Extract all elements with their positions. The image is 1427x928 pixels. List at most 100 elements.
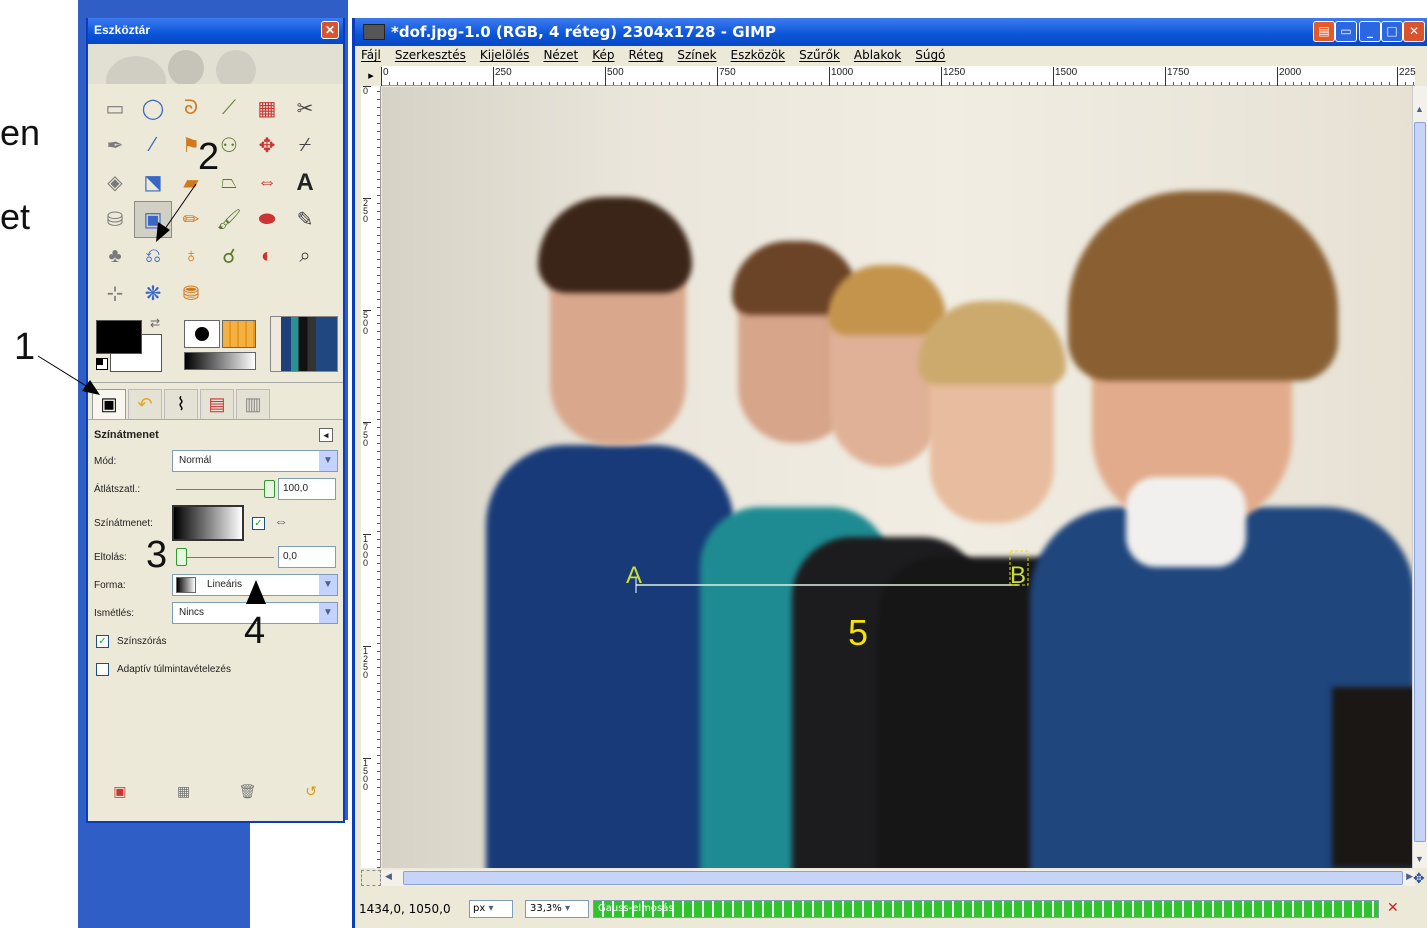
panel-menu-icon[interactable]: ◂ [319,428,333,442]
eraser-icon[interactable]: ⬬ [248,201,286,238]
zoom-icon[interactable]: ⌕ [286,238,324,275]
minimize-icon[interactable]: _ [1359,21,1381,42]
offset-slider-track[interactable] [176,557,274,558]
ink-icon[interactable]: ♣ [96,238,134,275]
close-icon[interactable]: ✕ [1403,21,1425,42]
gradient-swatch[interactable] [172,505,244,541]
quick-mask-icon[interactable] [361,870,381,886]
horizontal-scroll-thumb[interactable] [403,871,1403,885]
unit-select[interactable]: px ▾ [469,900,513,918]
clone-icon[interactable]: ⎌ [134,238,172,275]
menu-item-9[interactable]: Ablakok [854,48,901,66]
scissors-icon[interactable]: ✂ [286,90,324,127]
move-icon[interactable]: ✥ [248,127,286,164]
offset-slider-knob[interactable] [176,548,187,566]
document-fragment-1: en [0,112,41,153]
toolbox-titlebar[interactable]: Eszköztár ✕ [88,18,343,44]
menu-item-0[interactable]: Fájl [361,48,381,66]
select-by-color-icon[interactable]: ▦ [248,90,286,127]
paintbrush-icon[interactable]: 🖌 [210,201,248,238]
chevron-down-icon: ▼ [319,575,337,595]
cancel-icon[interactable]: ✕ [1387,900,1405,918]
pencil-icon[interactable]: ✏ [172,201,210,238]
brush-preview[interactable] [184,320,220,348]
progress-text: Gauss-elmosás [598,903,674,914]
gradient-preview[interactable] [184,352,256,370]
foreground-color-swatch[interactable] [96,320,142,354]
default-colors-icon[interactable] [96,358,108,370]
smudge-icon[interactable]: ☌ [210,238,248,275]
maximize-icon[interactable]: □ [1381,21,1403,42]
heal-icon[interactable]: ♁ [172,238,210,275]
tab-paths[interactable]: ⌇ [164,389,198,419]
reset-options-icon[interactable]: ↺ [300,781,322,801]
close-icon[interactable]: ✕ [321,21,339,39]
menu-item-6[interactable]: Színek [677,48,716,66]
horizontal-ruler[interactable]: 0 250 500 750 1000 1250 1500 1750 2000 225 [381,66,1416,86]
text-icon[interactable]: A [286,164,324,201]
adaptive-checkbox[interactable] [96,662,109,676]
blend-icon[interactable]: ▣ [134,201,172,238]
dither-checkbox[interactable]: ✓ [96,634,109,648]
dodge-burn-icon[interactable]: ◐ [248,238,286,275]
ellipse-select-icon[interactable]: ◯ [134,90,172,127]
menu-item-4[interactable]: Kép [592,48,614,66]
tab-layers[interactable]: ▤ [200,389,234,419]
scroll-right-icon[interactable]: ▶ [1406,871,1413,882]
vertical-scrollbar[interactable]: ▲ ▼ [1412,86,1427,868]
vertical-ruler[interactable]: 0 250 500 750 1000 1250 1500 [361,86,381,868]
menu-item-10[interactable]: Súgó [915,48,945,66]
opacity-slider-track[interactable] [176,489,268,490]
tab-tool-options[interactable]: ▣ [92,389,126,419]
navigate-icon[interactable]: ✥ [1413,870,1425,887]
vertical-scroll-thumb[interactable] [1414,122,1426,842]
menu-item-1[interactable]: Szerkesztés [395,48,466,66]
rect-select-icon[interactable]: ▭ [96,90,134,127]
tab-undo-history[interactable]: ↶ [128,389,162,419]
color-picker-icon[interactable]: ⁄ [134,127,172,164]
ruler-corner-icon[interactable]: ▸ [361,66,381,86]
menu-item-2[interactable]: Kijelölés [480,48,530,66]
menu-item-7[interactable]: Eszközök [731,48,786,66]
gimp-menu-icon[interactable]: ▤ [1313,21,1335,42]
tool-options-buttons: ▣ ▦ 🗑 ↺ [88,781,343,801]
paths-icon[interactable]: ✒ [96,127,134,164]
scroll-left-icon[interactable]: ◀ [385,871,392,882]
restore-options-icon[interactable]: ▦ [173,781,195,801]
color-tool-icon[interactable]: ⛃ [172,275,210,312]
swap-colors-icon[interactable]: ⇄ [150,316,160,330]
restore-icon[interactable]: ▭ [1335,21,1357,42]
menu-item-8[interactable]: Szűrők [799,48,840,66]
menu-item-3[interactable]: Nézet [543,48,578,66]
magic-wand-icon[interactable]: ⟋ [210,90,248,127]
reverse-gradient-checkbox[interactable]: ✓ [252,517,265,530]
offset-spinbox[interactable]: 0,0 [278,546,336,568]
adaptive-option[interactable]: Adaptív túlmintavételezés [94,655,337,683]
shape-select[interactable]: Lineáris ▼ [172,574,338,596]
active-image-thumbnail[interactable] [270,316,338,372]
lasso-icon[interactable]: ᘐ [172,90,210,127]
dither-option[interactable]: ✓ Színszórás [94,627,337,655]
image-window-titlebar[interactable]: *dof.jpg-1.0 (RGB, 4 réteg) 2304x1728 - … [355,18,1427,46]
zoom-select[interactable]: 33,3% ▾ [525,900,589,918]
opacity-slider-knob[interactable] [264,480,275,498]
delete-options-icon[interactable]: 🗑 [236,781,258,801]
bucket-fill-icon[interactable]: ⛁ [96,201,134,238]
flip-icon[interactable]: ⇔ [248,164,286,201]
pattern-preview[interactable] [222,320,256,348]
horizontal-scrollbar[interactable]: ◀ ▶ [381,870,1415,886]
opacity-spinbox[interactable]: 100,0 [278,478,336,500]
tab-channels[interactable]: ▥ [236,389,270,419]
rotate-icon[interactable]: ◈ [96,164,134,201]
scroll-down-icon[interactable]: ▼ [1415,854,1424,864]
menu-item-5[interactable]: Réteg [628,48,663,66]
scroll-up-icon[interactable]: ▲ [1415,104,1424,114]
convolve-icon[interactable]: ❋ [134,275,172,312]
transform-icon[interactable]: ⊹ [96,275,134,312]
save-options-icon[interactable]: ▣ [109,781,131,801]
airbrush-icon[interactable]: ✎ [286,201,324,238]
scale-icon[interactable]: ⬔ [134,164,172,201]
crop-icon[interactable]: ⌿ [286,127,324,164]
mode-select[interactable]: Normál ▼ [172,450,338,472]
image-canvas[interactable]: A B 5 [382,87,1415,868]
